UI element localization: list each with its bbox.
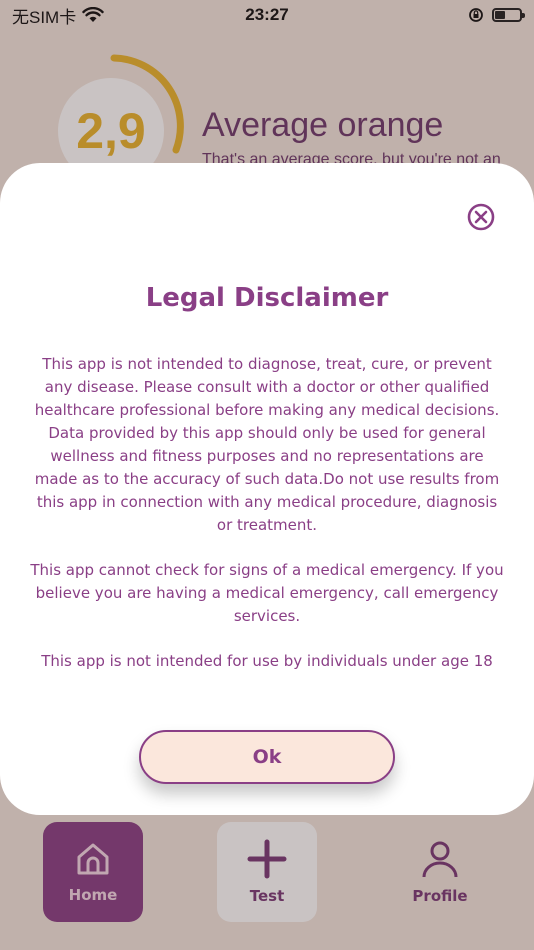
disclaimer-paragraph: This app is not intended for use by indi…: [41, 652, 493, 670]
disclaimer-paragraph: This app cannot check for signs of a med…: [30, 561, 504, 625]
close-icon: [467, 203, 495, 231]
close-button[interactable]: [467, 203, 495, 231]
ok-button[interactable]: Ok: [139, 730, 395, 784]
legal-disclaimer-modal: Legal Disclaimer This app is not intende…: [0, 163, 534, 815]
modal-body: This app is not intended to diagnose, tr…: [30, 353, 504, 695]
app-screen: 无SIM卡 23:27 2,9 Average orange That's an…: [0, 0, 534, 950]
disclaimer-paragraph: This app is not intended to diagnose, tr…: [34, 355, 500, 534]
modal-title: Legal Disclaimer: [145, 283, 389, 313]
